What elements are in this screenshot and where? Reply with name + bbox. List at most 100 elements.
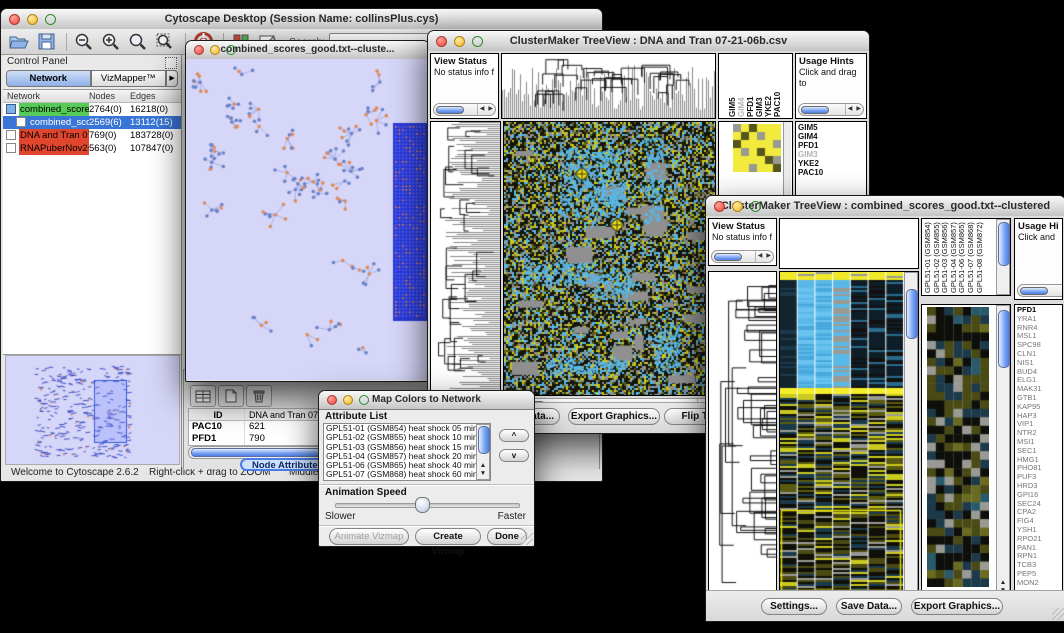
- scroll-down-icon[interactable]: ▼: [480, 470, 486, 477]
- minimize-button[interactable]: [454, 36, 465, 47]
- save-data-button[interactable]: Save Data...: [836, 598, 902, 615]
- tab-vizmapper[interactable]: VizMapper™: [91, 70, 167, 87]
- minimize-button[interactable]: [732, 201, 743, 212]
- resize-grip[interactable]: [1052, 608, 1064, 620]
- scroll-thumb[interactable]: [714, 253, 742, 261]
- row-label: GIM3: [798, 150, 866, 159]
- close-button[interactable]: [714, 201, 725, 212]
- global-heatmap-pane[interactable]: ▲▼: [779, 271, 919, 609]
- network-overview-thumbnail[interactable]: [5, 355, 180, 465]
- resize-grip[interactable]: [521, 533, 533, 545]
- scroll-left-icon[interactable]: ◀: [846, 104, 855, 115]
- settings-button[interactable]: Settings...: [761, 598, 827, 615]
- gene-label[interactable]: MON2: [1017, 579, 1062, 588]
- zoom-button[interactable]: [750, 201, 761, 212]
- float-panel-icon[interactable]: [165, 57, 177, 69]
- close-button[interactable]: [9, 14, 20, 25]
- row-dendrogram-pane[interactable]: [430, 121, 501, 396]
- control-panel: Control Panel Network VizMapper™ ▶ Netwo…: [3, 55, 182, 469]
- row-dendrogram-pane[interactable]: [708, 271, 777, 609]
- list-item[interactable]: GPL51-07 (GSM868) heat shock 60 min: [324, 470, 476, 479]
- scroll-right-icon[interactable]: ▶: [486, 104, 495, 115]
- table-row[interactable]: combined_scores 2764(0) 16218(0): [3, 103, 181, 116]
- network-canvas[interactable]: [186, 59, 427, 380]
- export-graphics-button[interactable]: Export Graphics...: [568, 408, 660, 425]
- scroll-left-icon[interactable]: ◀: [756, 251, 765, 262]
- vscroll-thumb[interactable]: [478, 426, 490, 454]
- col-nodes: Nodes: [89, 90, 115, 102]
- global-heatmap-pane[interactable]: [503, 121, 716, 396]
- tab-overflow-arrow[interactable]: ▶: [166, 70, 178, 87]
- vscroll-thumb[interactable]: [906, 289, 918, 339]
- move-down-button[interactable]: v: [499, 449, 529, 462]
- global-heatmap-canvas[interactable]: [504, 122, 715, 395]
- treeview2-titlebar[interactable]: ClusterMaker TreeView : combined_scores_…: [706, 196, 1064, 217]
- zoom-button[interactable]: [359, 395, 369, 405]
- delete-attribute-trash-icon[interactable]: [246, 385, 272, 407]
- scroll-right-icon[interactable]: ▶: [764, 251, 773, 262]
- zoom-matrix-canvas[interactable]: [733, 124, 781, 172]
- create-vizmap-button[interactable]: Create Vizmap: [415, 528, 481, 545]
- minimize-button[interactable]: [210, 45, 220, 55]
- animate-vizmap-button[interactable]: Animate Vizmap: [329, 528, 409, 545]
- zoom-heatmap-canvas[interactable]: [927, 307, 989, 587]
- close-button[interactable]: [436, 36, 447, 47]
- zoom-fit-icon[interactable]: [153, 31, 177, 53]
- attribute-select-icon[interactable]: [190, 385, 216, 407]
- zoom-button[interactable]: [45, 14, 56, 25]
- global-heatmap-canvas[interactable]: [780, 272, 904, 608]
- dialog-titlebar[interactable]: Map Colors to Network: [319, 391, 534, 410]
- scroll-thumb[interactable]: [436, 106, 464, 114]
- export-graphics-button[interactable]: Export Graphics...: [911, 598, 1003, 615]
- vscroll-thumb[interactable]: [998, 222, 1010, 266]
- vscroll-thumb[interactable]: [998, 310, 1010, 368]
- treeview1-titlebar[interactable]: ClusterMaker TreeView : DNA and Tran 07-…: [428, 31, 869, 52]
- usage-hints-scrollbar[interactable]: [1017, 284, 1063, 297]
- zoom-vscrollbar[interactable]: ▲▼: [996, 305, 1010, 597]
- view-status-title: View Status: [434, 56, 495, 67]
- column-label: GPL51-08 (GSM872): [976, 219, 985, 293]
- minimize-button[interactable]: [343, 395, 353, 405]
- scroll-thumb[interactable]: [1020, 287, 1048, 295]
- network-file-icon: [6, 130, 16, 140]
- close-button[interactable]: [194, 45, 204, 55]
- scroll-right-icon[interactable]: ▶: [854, 104, 863, 115]
- usage-hints-text: Click and drag to: [799, 67, 857, 88]
- network-view-titlebar[interactable]: combined_scores_good.txt--cluste...: [186, 41, 429, 60]
- save-icon[interactable]: [34, 31, 58, 53]
- close-button[interactable]: [327, 395, 337, 405]
- table-row[interactable]: DNA and Tran 07 769(0) 183728(0): [3, 129, 181, 142]
- zoom-heatmap-pane[interactable]: ▲▼: [921, 304, 1011, 598]
- minimize-button[interactable]: [27, 14, 38, 25]
- separator: [319, 525, 534, 526]
- zoom-button[interactable]: [472, 36, 483, 47]
- tab-network[interactable]: Network: [6, 70, 91, 87]
- table-row[interactable]: RNAPuberNov2+ 563(0) 107847(0): [3, 142, 181, 155]
- column-dendrogram-pane[interactable]: [779, 218, 919, 269]
- column-dendrogram-canvas[interactable]: [502, 54, 715, 118]
- slider-handle[interactable]: [415, 497, 430, 513]
- row-dendrogram-canvas[interactable]: [709, 272, 776, 608]
- move-up-button[interactable]: ^: [499, 429, 529, 442]
- scroll-thumb[interactable]: [801, 106, 829, 114]
- usage-hints-scrollbar[interactable]: ◀▶: [798, 103, 864, 116]
- zoom-in-icon[interactable]: [99, 31, 123, 53]
- listbox-vscrollbar[interactable]: ▲▼: [476, 424, 490, 480]
- scroll-up-icon[interactable]: ▲: [480, 462, 486, 469]
- view-status-scrollbar[interactable]: ◀▶: [711, 250, 774, 263]
- row-dendrogram-canvas[interactable]: [431, 122, 500, 395]
- scroll-up-icon[interactable]: ▲: [1000, 579, 1006, 586]
- labels-vscrollbar[interactable]: [996, 219, 1010, 295]
- main-titlebar[interactable]: Cytoscape Desktop (Session Name: collins…: [1, 9, 602, 30]
- zoom-button[interactable]: [226, 45, 236, 55]
- zoom-out-icon[interactable]: [72, 31, 96, 53]
- heatmap-vscrollbar[interactable]: ▲▼: [904, 272, 918, 608]
- overview-canvas[interactable]: [6, 356, 177, 462]
- column-dendrogram-pane[interactable]: [501, 53, 716, 119]
- new-attribute-icon[interactable]: [218, 385, 244, 407]
- open-file-icon[interactable]: [7, 31, 31, 53]
- view-status-scrollbar[interactable]: ◀▶: [433, 103, 496, 116]
- scroll-left-icon[interactable]: ◀: [478, 104, 487, 115]
- table-row[interactable]: combined_sco 2569(6) 13112(15): [3, 116, 181, 129]
- zoom-actual-icon[interactable]: [126, 31, 150, 53]
